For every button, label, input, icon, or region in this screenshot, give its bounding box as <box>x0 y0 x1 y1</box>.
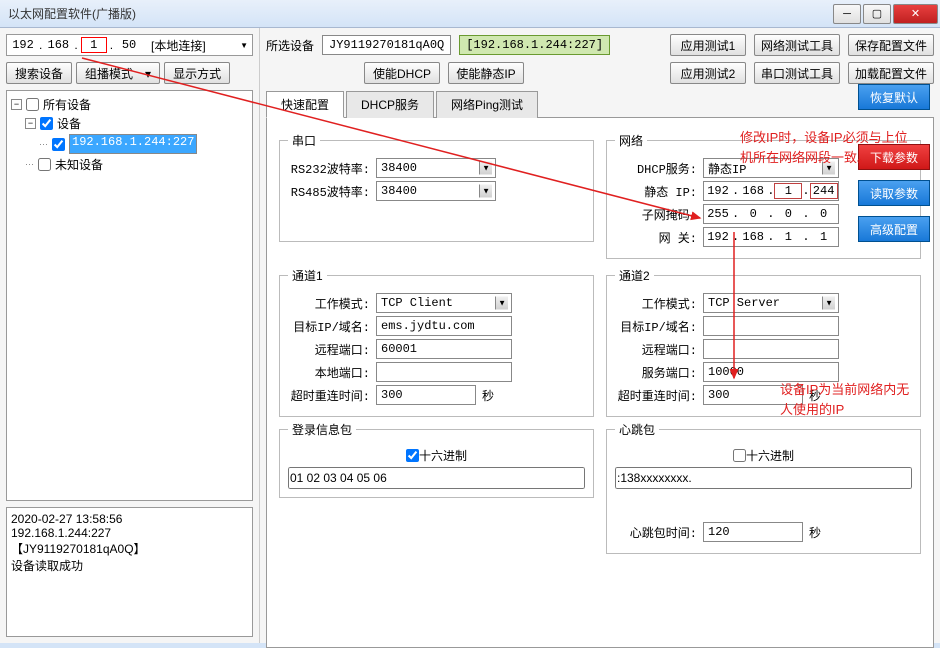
ch1-lport-input[interactable] <box>376 362 512 382</box>
enable-static-button[interactable]: 使能静态IP <box>448 62 524 84</box>
ch2-target-input[interactable] <box>703 316 839 336</box>
device-id-field: JY9119270181qA0Q <box>322 35 451 55</box>
annotation-top: 修改IP时，设备IP必须与上位机所在网络网段一致。 <box>740 128 920 167</box>
display-mode-button[interactable]: 显示方式 <box>164 62 230 84</box>
heartbeat-data-input[interactable] <box>615 467 912 489</box>
ip-octet-2[interactable] <box>46 38 70 52</box>
static-ip-oct4[interactable] <box>810 183 838 199</box>
search-device-button[interactable]: 搜索设备 <box>6 62 72 84</box>
expand-icon[interactable]: − <box>11 99 22 110</box>
serial-group: 串口 RS232波特率:38400 RS485波特率:38400 <box>279 132 594 242</box>
close-button[interactable]: ✕ <box>893 4 938 24</box>
ip-octet-4[interactable] <box>117 38 141 52</box>
savecfg-button[interactable]: 保存配置文件 <box>848 34 934 56</box>
chevron-down-icon[interactable]: ▼ <box>240 41 248 50</box>
loadcfg-button[interactable]: 加载配置文件 <box>848 62 934 84</box>
window-title: 以太网配置软件(广播版) <box>8 5 833 22</box>
ch2-rport-input[interactable] <box>703 339 839 359</box>
selected-device-label: 所选设备 <box>266 37 314 54</box>
expand-icon[interactable]: − <box>25 118 36 129</box>
ch2-sport-input[interactable] <box>703 362 839 382</box>
mask-input[interactable]: ... <box>703 204 839 224</box>
ch2-mode-select[interactable]: TCP Server <box>703 293 839 313</box>
annotation-bottom: 设备IP为当前网络内无人使用的IP <box>780 380 920 419</box>
heartbeat-time-input[interactable] <box>703 522 803 542</box>
log-panel: 2020-02-27 13:58:56 192.168.1.244:227 【J… <box>6 507 253 637</box>
maximize-button[interactable]: ▢ <box>863 4 891 24</box>
ch1-rport-input[interactable] <box>376 339 512 359</box>
tree-checkbox[interactable] <box>26 98 39 111</box>
channel1-group: 通道1 工作模式:TCP Client 目标IP/域名: 远程端口: 本地端口:… <box>279 267 594 417</box>
nettest-button[interactable]: 网络测试工具 <box>754 34 840 56</box>
device-tree[interactable]: −所有设备 −设备 192.168.1.244:227 未知设备 <box>6 90 253 501</box>
advanced-config-button[interactable]: 高级配置 <box>858 216 930 242</box>
static-ip-oct3[interactable] <box>774 183 802 199</box>
heartbeat-group: 心跳包 十六进制 心跳包时间:秒 <box>606 421 921 554</box>
rs232-baud-select[interactable]: 38400 <box>376 158 496 178</box>
tree-checkbox[interactable] <box>38 158 51 171</box>
ch1-recon-input[interactable] <box>376 385 476 405</box>
heartbeat-hex-checkbox[interactable] <box>733 449 746 462</box>
apptest1-button[interactable]: 应用测试1 <box>670 34 746 56</box>
tree-device-selected[interactable]: 192.168.1.244:227 <box>69 134 197 154</box>
tree-checkbox[interactable] <box>52 138 65 151</box>
tree-checkbox[interactable] <box>40 117 53 130</box>
login-hex-checkbox[interactable] <box>406 449 419 462</box>
ip-octet-3[interactable] <box>82 38 106 52</box>
host-ip-input[interactable]: . . . [本地连接] ▼ <box>6 34 253 56</box>
tab-dhcp[interactable]: DHCP服务 <box>346 91 434 118</box>
gateway-input[interactable]: ... <box>703 227 839 247</box>
restore-default-button[interactable]: 恢复默认 <box>858 84 930 110</box>
ip-name: [本地连接] <box>151 37 206 54</box>
device-ip-field: [192.168.1.244:227] <box>459 35 610 55</box>
ch1-mode-select[interactable]: TCP Client <box>376 293 512 313</box>
tab-ping[interactable]: 网络Ping测试 <box>436 91 538 118</box>
minimize-button[interactable]: ─ <box>833 4 861 24</box>
tab-quickcfg[interactable]: 快速配置 <box>266 91 344 118</box>
enable-dhcp-button[interactable]: 使能DHCP <box>364 62 440 84</box>
apptest2-button[interactable]: 应用测试2 <box>670 62 746 84</box>
static-ip-input[interactable]: ... <box>703 181 839 201</box>
serialtest-button[interactable]: 串口测试工具 <box>754 62 840 84</box>
login-data-input[interactable] <box>288 467 585 489</box>
ch1-target-input[interactable] <box>376 316 512 336</box>
read-params-button[interactable]: 读取参数 <box>858 180 930 206</box>
login-group: 登录信息包 十六进制 <box>279 421 594 498</box>
ip-octet-1[interactable] <box>11 38 35 52</box>
multicast-mode-button[interactable]: 组播模式 ▾ <box>76 62 160 84</box>
rs485-baud-select[interactable]: 38400 <box>376 181 496 201</box>
